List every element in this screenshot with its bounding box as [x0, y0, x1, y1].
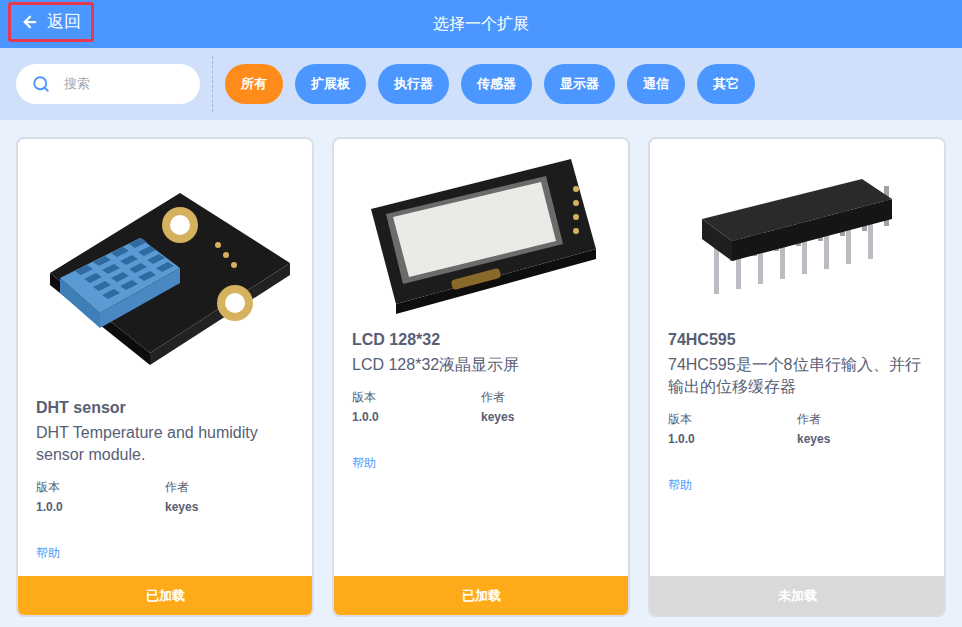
version-value: 1.0.0: [352, 408, 481, 426]
filter-button[interactable]: 通信: [627, 64, 685, 104]
filter-button[interactable]: 执行器: [378, 64, 449, 104]
author-label: 作者: [481, 388, 610, 406]
load-status-bar[interactable]: 已加载: [18, 576, 312, 615]
search-field[interactable]: 搜索: [16, 64, 200, 104]
filter-button[interactable]: 其它: [697, 64, 755, 104]
version-value: 1.0.0: [36, 498, 165, 516]
extension-card[interactable]: LCD 128*32 LCD 128*32液晶显示屏版本作者1.0.0keyes 帮…: [332, 137, 630, 617]
extension-card[interactable]: 74HC595 74HC595是一个8位串行输入、并行输出的位移缓存器版本作者1.…: [648, 137, 946, 617]
card-image: [18, 139, 312, 397]
back-arrow-icon: [21, 13, 39, 31]
lcd-image: [351, 149, 611, 319]
top-bar: 返回 选择一个扩展: [0, 0, 962, 48]
page-title: 选择一个扩展: [433, 12, 529, 36]
filter-button[interactable]: 扩展板: [295, 64, 366, 104]
card-title: 74HC595: [668, 329, 926, 351]
load-status-bar[interactable]: 已加载: [334, 576, 628, 615]
filter-bar: 搜索所有扩展板执行器传感器显示器通信其它: [0, 48, 962, 120]
version-label: 版本: [668, 410, 797, 428]
divider: [212, 56, 213, 112]
card-description: LCD 128*32液晶显示屏: [352, 354, 610, 376]
help-link[interactable]: 帮助: [352, 454, 610, 472]
chip-image: [692, 159, 902, 309]
extension-card[interactable]: DHT sensor DHT Temperature and humidity s…: [16, 137, 314, 617]
card-title: LCD 128*32: [352, 329, 610, 351]
card-image: [334, 139, 628, 329]
extension-library: 返回选择一个扩展搜索所有扩展板执行器传感器显示器通信其它DHT sensorDH…: [0, 0, 962, 627]
author-label: 作者: [165, 478, 294, 496]
filter-button[interactable]: 传感器: [461, 64, 532, 104]
load-status-bar[interactable]: 未加载: [650, 576, 944, 615]
version-value: 1.0.0: [668, 430, 797, 448]
search-icon: [32, 75, 50, 93]
filter-button[interactable]: 所有: [225, 64, 283, 104]
help-link[interactable]: 帮助: [36, 544, 294, 562]
author-value: keyes: [797, 430, 926, 448]
filter-button[interactable]: 显示器: [544, 64, 615, 104]
dht-sensor-image: [30, 153, 300, 383]
back-button[interactable]: 返回: [8, 2, 94, 42]
version-label: 版本: [352, 388, 481, 406]
author-label: 作者: [797, 410, 926, 428]
author-value: keyes: [165, 498, 294, 516]
card-image: [650, 139, 944, 329]
card-description: 74HC595是一个8位串行输入、并行输出的位移缓存器: [668, 354, 926, 398]
author-value: keyes: [481, 408, 610, 426]
version-label: 版本: [36, 478, 165, 496]
card-grid: DHT sensor DHT Temperature and humidity s…: [0, 120, 962, 627]
help-link[interactable]: 帮助: [668, 476, 926, 494]
card-description: DHT Temperature and humidity sensor modu…: [36, 422, 294, 466]
card-title: DHT sensor: [36, 397, 294, 419]
